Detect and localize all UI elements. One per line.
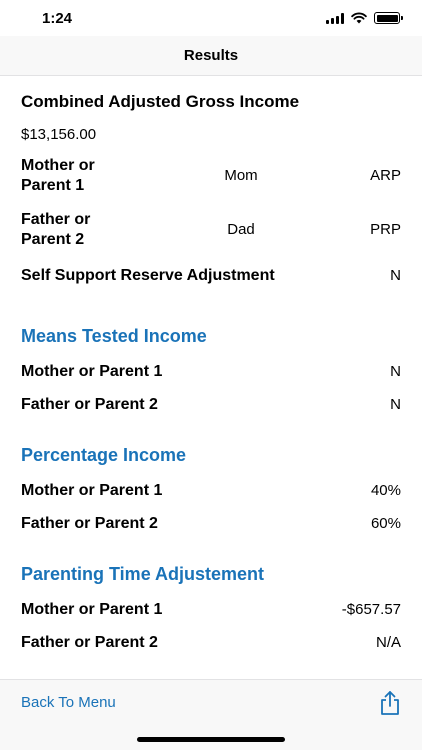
ssr-label: Self Support Reserve Adjustment xyxy=(21,267,275,284)
share-icon[interactable] xyxy=(378,690,402,716)
battery-icon xyxy=(374,12,403,24)
means-tested-value: N xyxy=(390,363,401,380)
percentage-value: 60% xyxy=(370,515,401,532)
home-indicator[interactable] xyxy=(137,737,285,742)
means-tested-heading: Means Tested Income xyxy=(21,326,207,346)
combined-income-title: Combined Adjusted Gross Income xyxy=(21,92,300,111)
parent-1-label: Mother or Parent 1 xyxy=(21,157,95,194)
parent-2-code: PRP xyxy=(370,221,401,238)
percentage-income-heading: Percentage Income xyxy=(21,445,187,465)
status-icons xyxy=(326,12,403,24)
parenting-time-value: N/A xyxy=(375,634,401,651)
percentage-label: Mother or Parent 1 xyxy=(21,482,163,499)
parent-1-row: Mother or Parent 1 Mom ARP xyxy=(21,156,401,196)
parent-1-code: ARP xyxy=(370,167,401,184)
combined-income-amount: $13,156.00 xyxy=(21,126,97,143)
parent-1-short: Mom xyxy=(224,167,258,184)
back-to-menu-button[interactable]: Back To Menu xyxy=(21,694,116,711)
means-tested-label: Mother or Parent 1 xyxy=(21,363,163,380)
parenting-time-label: Father or Parent 2 xyxy=(21,634,158,651)
status-time: 1:24 xyxy=(42,10,73,27)
parenting-time-label: Mother or Parent 1 xyxy=(21,601,163,618)
cellular-signal-icon xyxy=(326,12,344,24)
navigation-bar: Results xyxy=(0,36,422,76)
means-tested-value: N xyxy=(390,396,401,413)
page-title: Results xyxy=(183,47,239,64)
percentage-value: 40% xyxy=(370,482,401,499)
results-content[interactable]: Combined Adjusted Gross Income $13,156.0… xyxy=(0,76,422,679)
parent-2-row: Father or Parent 2 Dad PRP xyxy=(21,210,401,250)
status-bar: 1:24 xyxy=(0,0,422,36)
ssr-value: N xyxy=(390,267,401,284)
percentage-label: Father or Parent 2 xyxy=(21,515,158,532)
wifi-icon xyxy=(351,12,367,24)
bottom-toolbar: Back To Menu xyxy=(0,679,422,750)
parent-2-short: Dad xyxy=(227,221,255,238)
parent-2-label: Father or Parent 2 xyxy=(21,211,91,248)
parenting-time-value: -$657.57 xyxy=(341,601,401,618)
means-tested-label: Father or Parent 2 xyxy=(21,396,158,413)
parenting-time-heading: Parenting Time Adjustement xyxy=(21,564,265,584)
